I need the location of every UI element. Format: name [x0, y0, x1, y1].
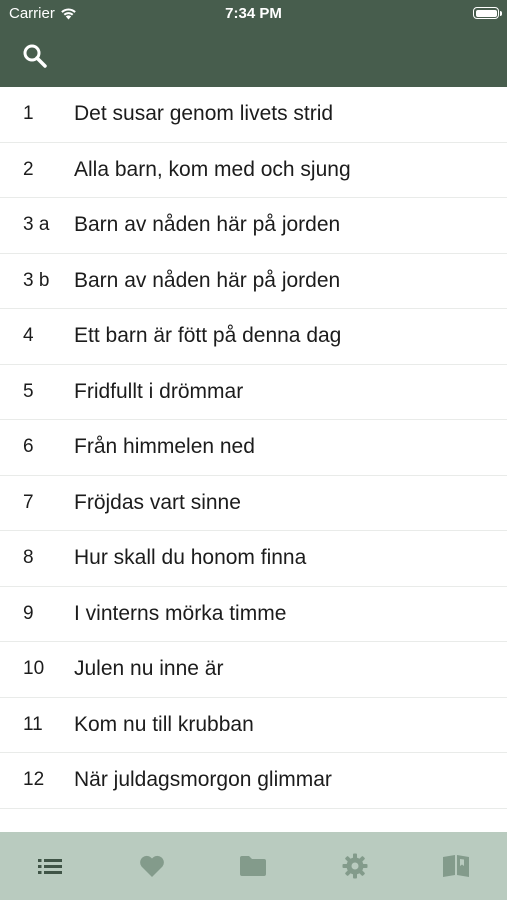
song-number: 3 a — [23, 214, 50, 236]
song-row[interactable]: 11 Kom nu till krubban — [0, 698, 507, 753]
song-title: Alla barn, kom med och sjung — [74, 157, 351, 181]
song-row[interactable]: 8 Hur skall du honom finna — [0, 531, 507, 587]
song-title: Fridfullt i drömmar — [74, 379, 244, 403]
list-icon — [37, 859, 62, 874]
song-title: Det susar genom livets strid — [74, 102, 334, 126]
song-number: 4 — [23, 325, 34, 347]
song-row[interactable]: 9 I vinterns mörka timme — [0, 587, 507, 642]
tab-list[interactable] — [31, 852, 71, 880]
song-title: När juldagsmorgon glimmar — [74, 768, 332, 792]
song-title: Från himmelen ned — [74, 435, 255, 459]
search-icon — [23, 44, 47, 68]
song-number: 3 b — [23, 269, 50, 291]
song-row[interactable]: 10 Julen nu inne är — [0, 642, 507, 698]
song-number: 5 — [23, 380, 34, 402]
song-title: Julen nu inne är — [74, 657, 224, 681]
song-number: 2 — [23, 158, 34, 180]
song-list[interactable]: 1 Det susar genom livets strid 2 Alla ba… — [0, 87, 507, 832]
song-number: 8 — [23, 547, 34, 569]
song-number: 6 — [23, 436, 34, 458]
tab-settings[interactable] — [335, 852, 375, 880]
song-number: 1 — [23, 103, 34, 125]
tab-bar — [0, 832, 507, 900]
song-title: I vinterns mörka timme — [74, 601, 287, 625]
song-number: 7 — [23, 491, 34, 513]
battery-icon — [473, 7, 502, 19]
song-number: 11 — [23, 713, 43, 735]
song-row[interactable]: 6 Från himmelen ned — [0, 420, 507, 476]
song-title: Ett barn är fött på denna dag — [74, 324, 342, 348]
song-row[interactable]: 2 Alla barn, kom med och sjung — [0, 143, 507, 198]
app-screen: Carrier 7:34 PM 1 Det susar genom livets… — [0, 0, 507, 900]
song-row[interactable]: 1 Det susar genom livets strid — [0, 87, 507, 143]
search-button[interactable] — [21, 42, 49, 70]
heart-icon — [140, 855, 164, 877]
song-row[interactable]: 4 Ett barn är fött på denna dag — [0, 309, 507, 365]
tab-library[interactable] — [436, 852, 476, 880]
song-row[interactable]: 7 Fröjdas vart sinne — [0, 476, 507, 531]
book-icon — [443, 855, 470, 877]
tab-folders[interactable] — [233, 852, 273, 880]
song-title: Fröjdas vart sinne — [74, 490, 241, 514]
status-bar: Carrier 7:34 PM — [0, 0, 507, 28]
status-time: 7:34 PM — [225, 5, 282, 22]
header-bar: Carrier 7:34 PM — [0, 0, 507, 87]
tab-favorites[interactable] — [132, 852, 172, 880]
song-row[interactable]: 5 Fridfullt i drömmar — [0, 365, 507, 420]
folder-icon — [240, 856, 267, 876]
gear-icon — [342, 853, 368, 879]
song-number: 12 — [23, 769, 45, 791]
song-title: Barn av nåden här på jorden — [74, 213, 341, 237]
song-title: Hur skall du honom finna — [74, 546, 307, 570]
song-number: 9 — [23, 602, 34, 624]
song-title: Barn av nåden här på jorden — [74, 268, 341, 292]
song-title: Kom nu till krubban — [74, 712, 254, 736]
song-number: 10 — [23, 658, 45, 680]
song-row[interactable]: 12 När juldagsmorgon glimmar — [0, 753, 507, 809]
song-row[interactable]: 3 b Barn av nåden här på jorden — [0, 254, 507, 309]
song-row[interactable]: 3 a Barn av nåden här på jorden — [0, 198, 507, 254]
